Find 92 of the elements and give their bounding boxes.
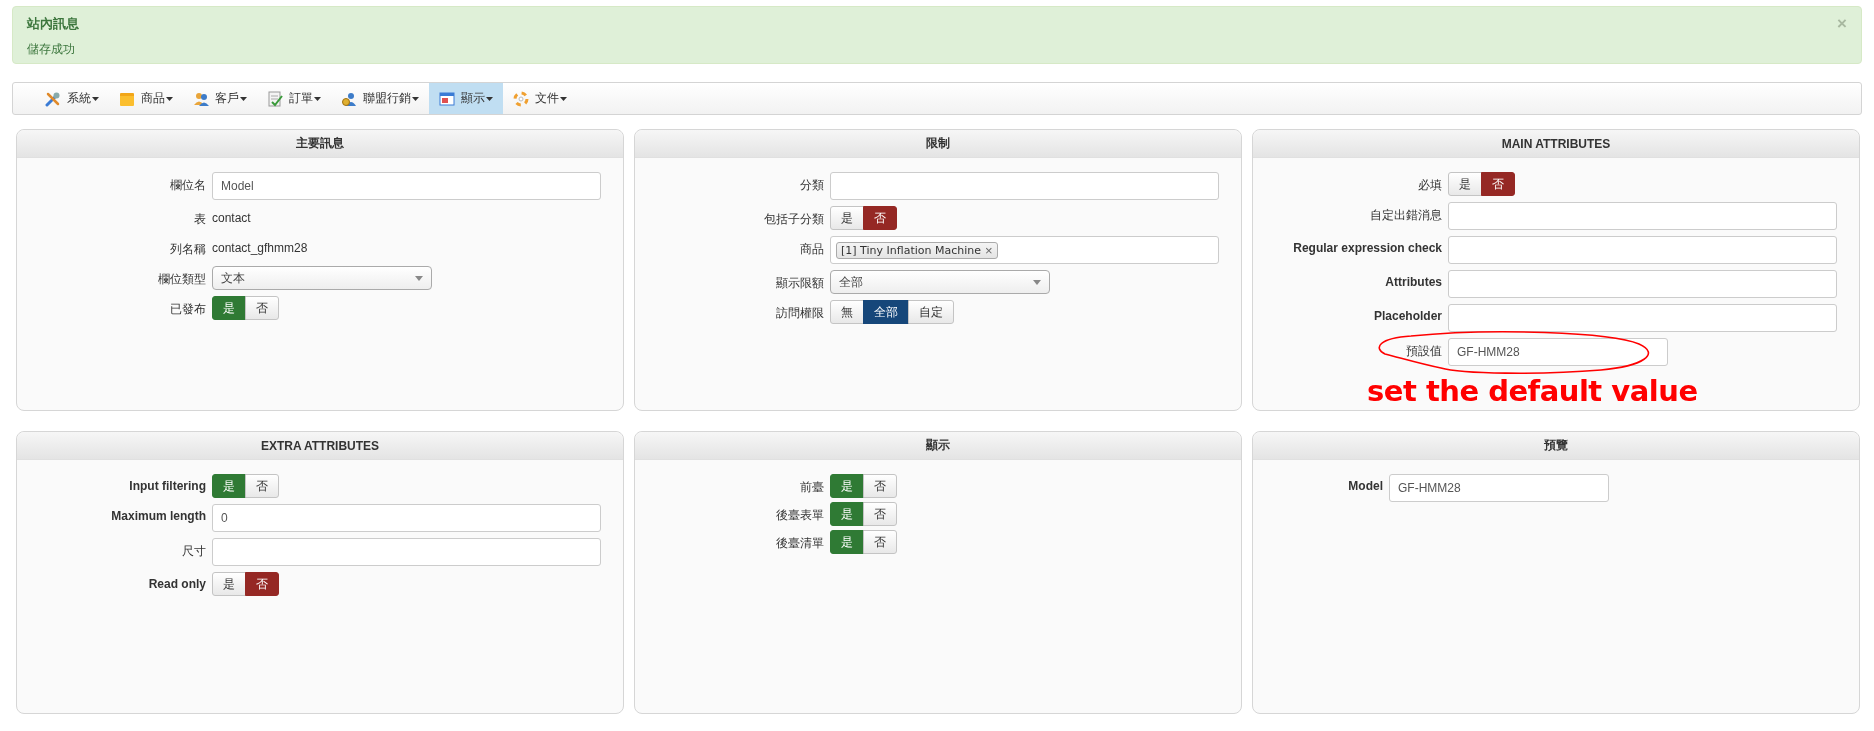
menu-item[interactable]: 文件 [503, 83, 577, 114]
caret-icon [92, 96, 99, 101]
field-label: 顯示限額 [776, 275, 824, 292]
select-dropdown[interactable]: 全部 [830, 270, 1050, 294]
folder-icon [119, 90, 135, 107]
field-label: 自定出錯消息 [1370, 207, 1442, 224]
toggle-option[interactable]: 是 [212, 296, 246, 320]
field-label: 商品 [800, 241, 824, 258]
caret-icon [560, 96, 567, 101]
caret-icon [314, 96, 321, 101]
field-label: 前臺 [800, 479, 824, 496]
toggle-option[interactable]: 是 [830, 530, 864, 554]
field-label: 欄位名 [170, 177, 206, 194]
caret-icon [415, 275, 423, 281]
toggle-option[interactable]: 是 [1448, 172, 1482, 196]
panel-header: 主要訊息 [17, 130, 623, 158]
users-icon [193, 90, 209, 107]
text-field[interactable] [212, 538, 601, 566]
text-field[interactable]: 0 [212, 504, 601, 532]
caret-icon [1033, 279, 1041, 285]
annotation-text: set the default value [1367, 374, 1698, 408]
toggle-option[interactable]: 是 [830, 502, 864, 526]
select-dropdown[interactable]: 文本 [212, 266, 432, 290]
window-icon [439, 90, 455, 107]
field-label: Input filtering [129, 478, 206, 493]
field-label: Placeholder [1373, 308, 1442, 323]
field-label: 訪問權限 [776, 305, 824, 322]
field-label: 後臺清單 [776, 535, 824, 552]
toggle-option[interactable]: 否 [245, 572, 279, 596]
field-label: 包括子分類 [764, 211, 824, 228]
caret-icon [240, 96, 247, 101]
remove-tag-button[interactable]: × [985, 243, 993, 257]
toggle-option[interactable]: 是 [212, 572, 246, 596]
field-value: contact_gfhmm28 [212, 240, 308, 255]
text-field[interactable] [1448, 202, 1837, 230]
toggle-option[interactable]: 否 [863, 474, 897, 498]
lifebuoy-icon [513, 90, 529, 107]
field-label: 欄位類型 [158, 271, 206, 288]
tag-label: [1] Tiny Inflation Machine [841, 243, 981, 257]
menu-item[interactable]: 聯盟行銷 [331, 83, 429, 114]
toggle-option[interactable]: 無 [830, 300, 864, 324]
field-label: 預設值 [1406, 343, 1442, 360]
menu-item[interactable]: 商品 [109, 83, 183, 114]
toggle-option[interactable]: 否 [245, 296, 279, 320]
panel-header: MAIN ATTRIBUTES [1253, 130, 1859, 158]
toggle-option[interactable]: 否 [245, 474, 279, 498]
menu-item[interactable]: 訂單 [257, 83, 331, 114]
field-label: Attributes [1385, 274, 1442, 289]
field-label: Maximum length [111, 508, 206, 523]
toggle-option[interactable]: 全部 [863, 300, 909, 324]
field-label: Regular expression check [1293, 240, 1442, 255]
field-label: 尺寸 [182, 543, 206, 560]
toggle-option[interactable]: 自定 [908, 300, 954, 324]
toggle-option[interactable]: 是 [212, 474, 246, 498]
caret-icon [412, 96, 419, 101]
alert-title: 站內訊息 [27, 15, 79, 33]
toggle-option[interactable]: 否 [863, 206, 897, 230]
field-label: 分類 [800, 177, 824, 194]
field-label: 列名稱 [170, 241, 206, 258]
text-field[interactable]: GF-HMM28 [1389, 474, 1609, 502]
field-label: Model [1348, 478, 1383, 493]
text-field[interactable] [830, 172, 1219, 200]
menu-item[interactable]: 顯示 [429, 83, 503, 114]
toggle-option[interactable]: 否 [863, 502, 897, 526]
tag-field[interactable]: [1] Tiny Inflation Machine × [830, 236, 1219, 264]
text-field[interactable] [1448, 304, 1837, 332]
tools-icon [45, 90, 61, 107]
field-label: 表 [194, 211, 206, 228]
text-field[interactable]: Model [212, 172, 601, 200]
field-label: 必填 [1418, 177, 1442, 194]
text-field[interactable] [1448, 270, 1837, 298]
panel-header: EXTRA ATTRIBUTES [17, 432, 623, 460]
panel-header: 預覽 [1253, 432, 1859, 460]
caret-icon [166, 96, 173, 101]
toggle-option[interactable]: 是 [830, 474, 864, 498]
toggle-option[interactable]: 是 [830, 206, 864, 230]
caret-icon [486, 96, 493, 101]
field-value: contact [212, 210, 251, 225]
field-label: 已發布 [170, 301, 206, 318]
toggle-option[interactable]: 否 [863, 530, 897, 554]
alert-message: 儲存成功 [27, 41, 75, 58]
menu-item[interactable]: 客戶 [183, 83, 257, 114]
text-field[interactable] [1448, 236, 1837, 264]
document-icon [267, 90, 283, 107]
users-coin-icon [341, 90, 357, 107]
menu-item[interactable]: 系統 [35, 83, 109, 114]
field-label: Read only [148, 576, 206, 591]
text-field[interactable]: GF-HMM28 [1448, 338, 1668, 366]
panel-header: 顯示 [635, 432, 1241, 460]
field-label: 後臺表單 [776, 507, 824, 524]
toggle-option[interactable]: 否 [1481, 172, 1515, 196]
panel-header: 限制 [635, 130, 1241, 158]
